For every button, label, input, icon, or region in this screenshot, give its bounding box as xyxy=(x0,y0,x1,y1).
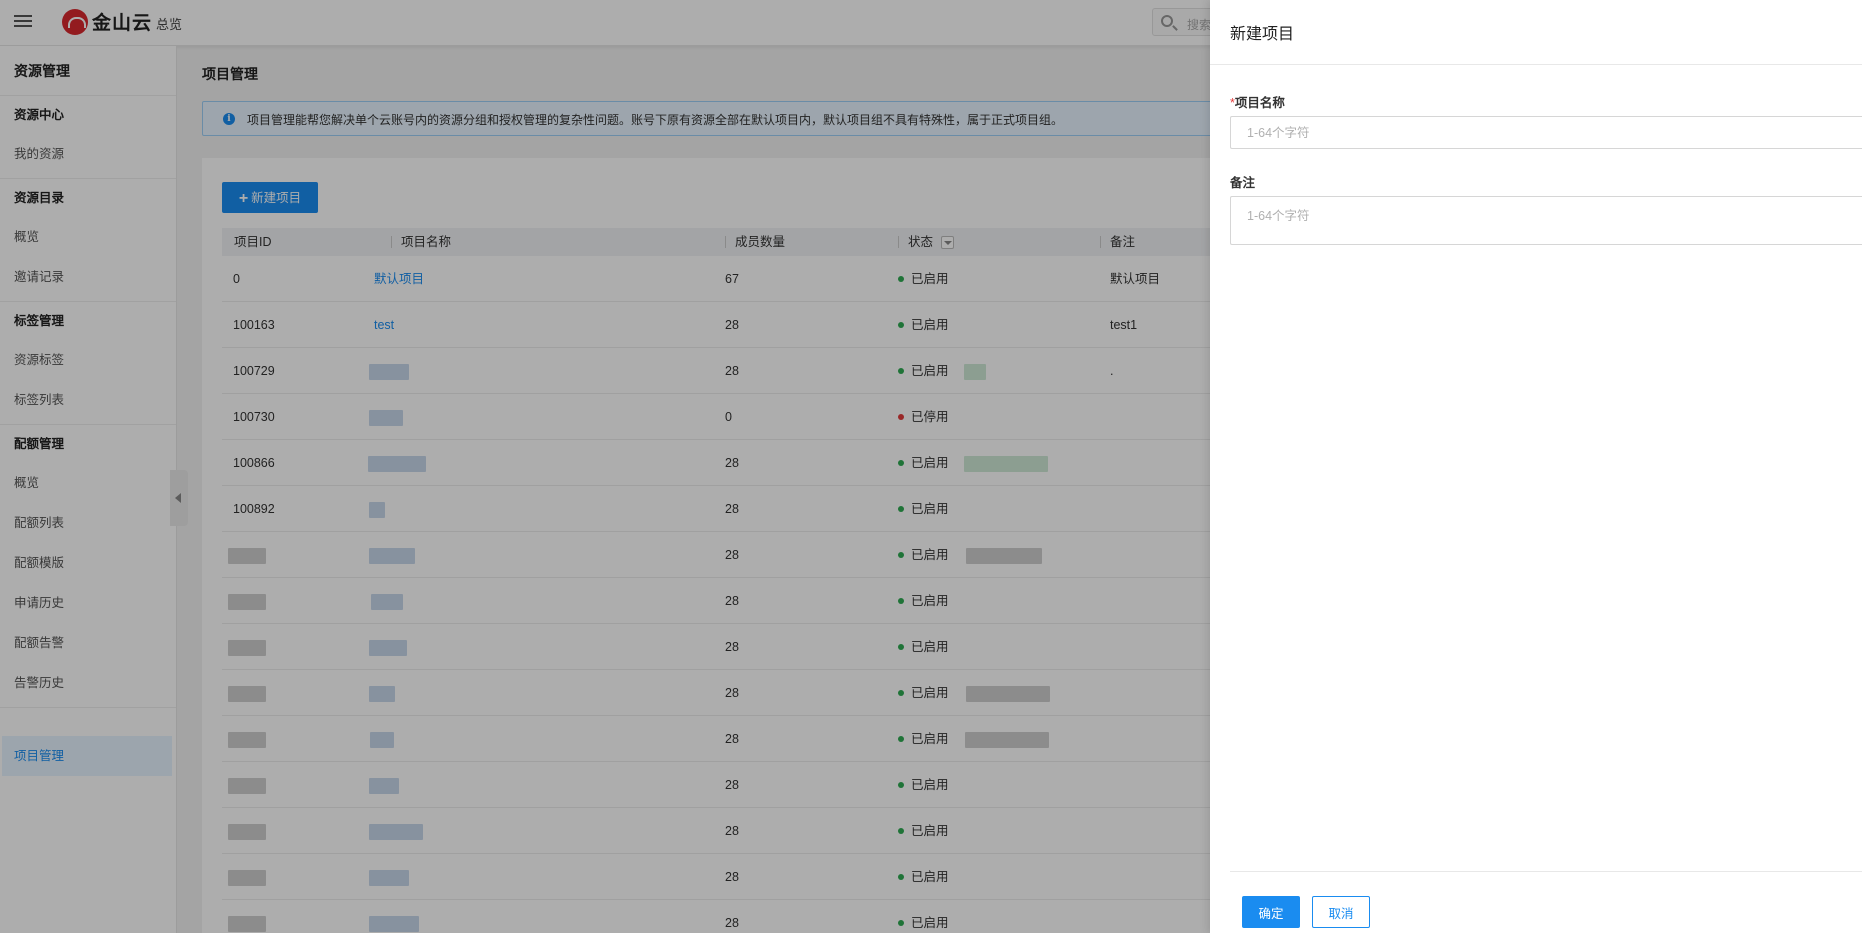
note-label: 备注 xyxy=(1230,176,1256,190)
modal-overlay[interactable] xyxy=(0,0,1210,933)
drawer-title: 新建项目 xyxy=(1230,26,1295,43)
cancel-button[interactable]: 取消 xyxy=(1312,896,1370,928)
project-name-label: *项目名称 xyxy=(1230,96,1285,110)
note-textarea[interactable] xyxy=(1230,196,1862,245)
confirm-button[interactable]: 确定 xyxy=(1242,896,1300,928)
new-project-drawer: 新建项目 *项目名称 备注 确定 取消 xyxy=(1210,0,1862,933)
project-name-input[interactable] xyxy=(1230,116,1862,149)
